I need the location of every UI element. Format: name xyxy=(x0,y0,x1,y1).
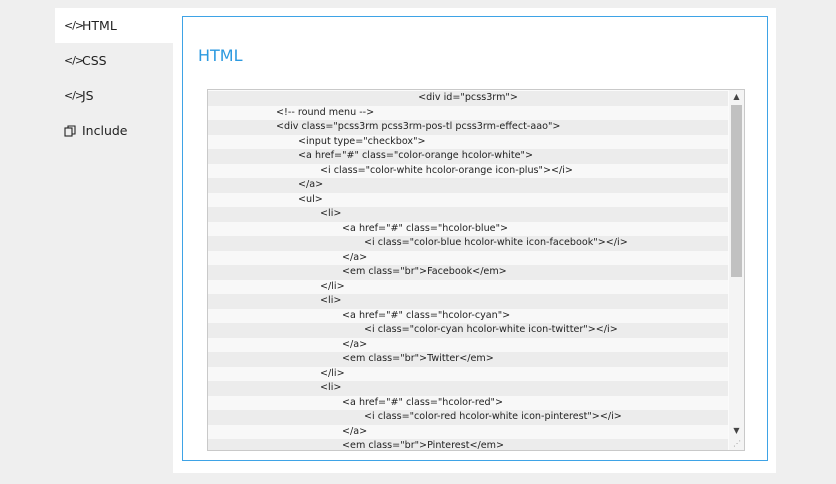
code-line: <li> xyxy=(208,294,728,309)
code-line: <em class="br">Twitter</em> xyxy=(208,352,728,367)
sidebar-item-js[interactable]: </> JS xyxy=(55,78,173,113)
code-line: </a> xyxy=(208,337,728,352)
code-icon: </> xyxy=(64,19,84,32)
code-line: </li> xyxy=(208,279,728,294)
copy-icon xyxy=(64,124,82,137)
scrollbar[interactable]: ▲ ▼ xyxy=(729,90,744,450)
code-line: <i class="color-blue hcolor-white icon-f… xyxy=(208,236,728,251)
code-line: <div class="pcss3rm pcss3rm-pos-tl pcss3… xyxy=(208,120,728,135)
scroll-down-icon[interactable]: ▼ xyxy=(729,424,744,438)
scroll-thumb[interactable] xyxy=(731,105,742,277)
code-line: </a> xyxy=(208,424,728,439)
code-textarea[interactable]: <div id="pcss3rm"> <!-- round menu --> <di… xyxy=(207,89,745,451)
code-line: <li> xyxy=(208,207,728,222)
sidebar-item-html[interactable]: </> HTML xyxy=(55,8,173,43)
sidebar-item-css[interactable]: </> CSS xyxy=(55,43,173,78)
code-line: </a> xyxy=(208,178,728,193)
code-line: <!-- round menu --> xyxy=(208,105,728,120)
code-icon: </> xyxy=(64,54,84,67)
sidebar-item-label: HTML xyxy=(82,18,117,33)
code-line: <a href="#" class="hcolor-blue"> xyxy=(208,221,728,236)
code-line: <i class="color-cyan hcolor-white icon-t… xyxy=(208,323,728,338)
sidebar-item-label: CSS xyxy=(82,53,107,68)
code-line: <i class="color-red hcolor-white icon-pi… xyxy=(208,410,728,425)
code-line: <a href="#" class="color-orange hcolor-w… xyxy=(208,149,728,164)
code-line: </li> xyxy=(208,366,728,381)
code-line: <div id="pcss3rm"> xyxy=(208,91,728,106)
resize-grip-icon[interactable]: ⋰ xyxy=(733,439,743,449)
sidebar-item-label: JS xyxy=(82,88,94,103)
html-section: HTML <div id="pcss3rm"> <!-- round menu -… xyxy=(182,16,768,461)
code-line: <a href="#" class="hcolor-cyan"> xyxy=(208,308,728,323)
code-line: <input type="checkbox"> xyxy=(208,134,728,149)
sidebar-item-include[interactable]: Include xyxy=(55,113,173,148)
code-line: <ul> xyxy=(208,192,728,207)
sidebar: </> HTML </> CSS </> JS Include xyxy=(55,8,173,148)
code-line: </a> xyxy=(208,250,728,265)
section-title: HTML xyxy=(198,46,243,65)
code-line: <li> xyxy=(208,381,728,396)
code-lines: <div id="pcss3rm"> <!-- round menu --> <di… xyxy=(208,91,728,450)
sidebar-item-label: Include xyxy=(82,123,128,138)
code-line: <em class="br">Pinterest</em> xyxy=(208,439,728,450)
scroll-up-icon[interactable]: ▲ xyxy=(729,90,744,104)
code-line: <em class="br">Facebook</em> xyxy=(208,265,728,280)
code-line: <a href="#" class="hcolor-red"> xyxy=(208,395,728,410)
content-panel: HTML <div id="pcss3rm"> <!-- round menu -… xyxy=(173,8,776,473)
code-icon: </> xyxy=(64,89,84,102)
code-line: <i class="color-white hcolor-orange icon… xyxy=(208,163,728,178)
